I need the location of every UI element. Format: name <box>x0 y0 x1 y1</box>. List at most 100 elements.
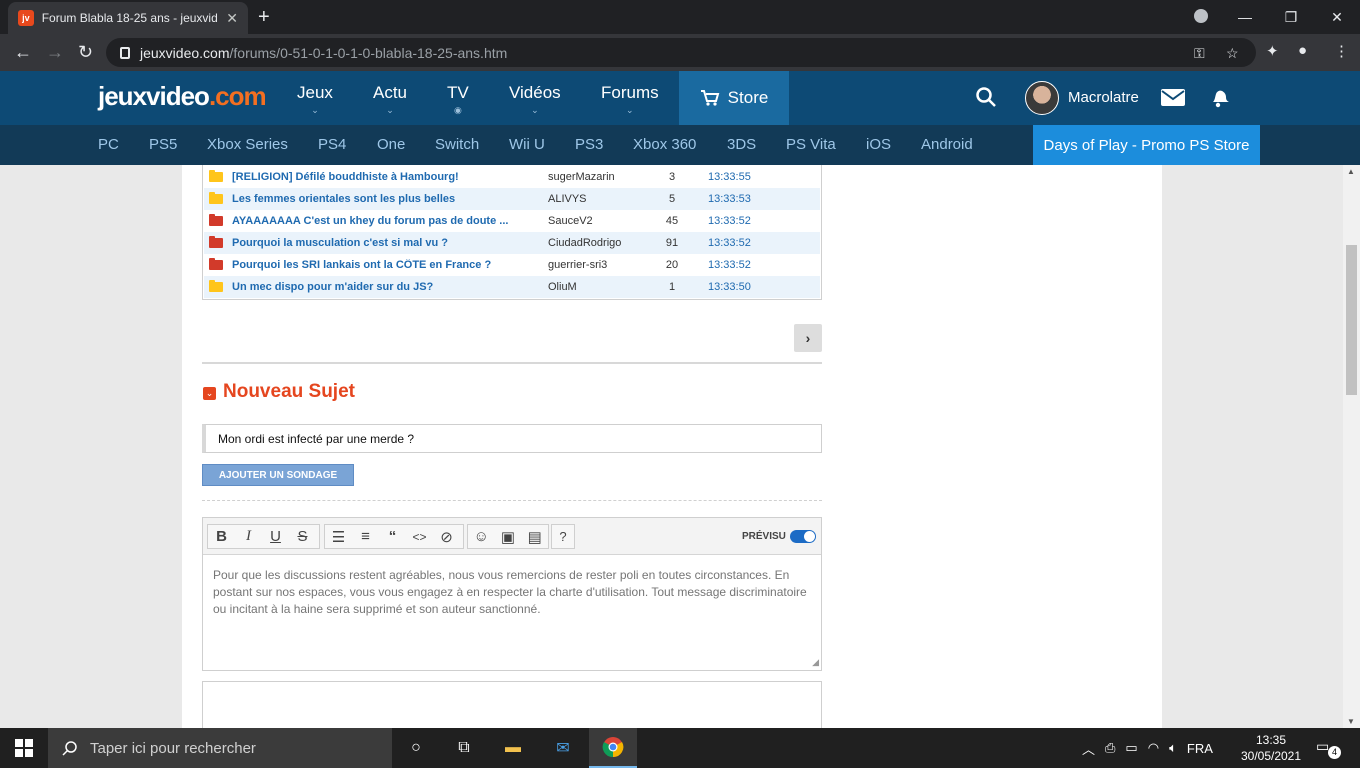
tab-search-icon[interactable] <box>1194 9 1208 23</box>
nav-jeux[interactable]: Jeux ⌄ <box>297 83 333 116</box>
resize-handle-icon[interactable]: ◢ <box>812 657 819 668</box>
promo-banner[interactable]: Days of Play - Promo PS Store <box>1033 125 1260 165</box>
smiley-icon[interactable]: ☺ <box>468 528 495 545</box>
underline-icon[interactable]: U <box>262 528 289 545</box>
platform-ps4[interactable]: PS4 <box>318 136 346 153</box>
meet-now-icon[interactable]: ⎙ <box>1105 740 1115 756</box>
back-icon[interactable]: ← <box>14 42 32 63</box>
site-logo[interactable]: jeuxvideo.com <box>98 81 267 112</box>
mail-app-icon[interactable]: ✉ <box>539 728 587 768</box>
help-icon[interactable]: ? <box>552 529 574 544</box>
topic-last-time[interactable]: 13:33:52 <box>708 259 751 271</box>
topic-title[interactable]: [RELIGION] Défilé bouddhiste à Hambourg! <box>232 171 532 183</box>
page-scrollbar[interactable]: ▲ ▼ <box>1343 165 1360 728</box>
topic-title[interactable]: Les femmes orientales sont les plus bell… <box>232 193 532 205</box>
topic-author[interactable]: CiudadRodrigo <box>548 237 621 249</box>
bullet-list-icon[interactable]: ☰ <box>325 528 352 546</box>
nav-store[interactable]: Store <box>679 71 789 125</box>
topic-author[interactable]: ALIVYS <box>548 193 587 205</box>
key-icon[interactable]: ⚿ <box>1194 45 1205 62</box>
close-window-icon[interactable]: ✕ <box>1314 9 1360 26</box>
platform-ios[interactable]: iOS <box>866 136 891 153</box>
topic-author[interactable]: sugerMazarin <box>548 171 615 183</box>
topic-title[interactable]: Pourquoi les SRI lankais ont la CÔTE en … <box>232 259 532 271</box>
topic-title[interactable]: AYAAAAAAA C'est un khey du forum pas de … <box>232 215 532 227</box>
platform-pc[interactable]: PC <box>98 136 119 153</box>
minimize-icon[interactable]: — <box>1222 9 1268 25</box>
wifi-icon[interactable]: ◠ <box>1148 740 1159 756</box>
add-poll-button[interactable]: AJOUTER UN SONDAGE <box>202 464 354 486</box>
platform-one[interactable]: One <box>377 136 405 153</box>
topic-last-time[interactable]: 13:33:50 <box>708 281 751 293</box>
subject-input[interactable]: Mon ordi est infecté par une merde ? <box>202 424 822 453</box>
bookmark-star-icon[interactable]: ☆ <box>1226 45 1239 62</box>
platform-xbox-series[interactable]: Xbox Series <box>207 136 288 153</box>
topic-title[interactable]: Pourquoi la musculation c'est si mal vu … <box>232 237 532 249</box>
next-page-button[interactable]: › <box>794 324 822 352</box>
topic-last-time[interactable]: 13:33:55 <box>708 171 751 183</box>
italic-icon[interactable]: I <box>235 528 262 545</box>
topic-last-time[interactable]: 13:33:52 <box>708 237 751 249</box>
topic-last-time[interactable]: 13:33:53 <box>708 193 751 205</box>
notification-bell-icon[interactable] <box>1209 86 1233 110</box>
preview-toggle[interactable] <box>790 530 816 543</box>
platform-ps3[interactable]: PS3 <box>575 136 603 153</box>
lock-icon[interactable] <box>120 46 130 59</box>
file-explorer-icon[interactable]: ▬ <box>489 728 537 768</box>
platform-xbox-360[interactable]: Xbox 360 <box>633 136 696 153</box>
system-clock[interactable]: 13:35 30/05/2021 <box>1238 732 1304 764</box>
chrome-taskbar-icon[interactable] <box>589 728 637 768</box>
quote-icon[interactable]: “ <box>379 528 406 545</box>
cortana-icon[interactable]: ○ <box>392 728 440 768</box>
new-tab-icon[interactable]: + <box>258 6 270 29</box>
platform-3ds[interactable]: 3DS <box>727 136 756 153</box>
notification-center-icon[interactable]: ▭ 4 <box>1316 738 1342 759</box>
user-avatar[interactable] <box>1025 81 1059 115</box>
platform-switch[interactable]: Switch <box>435 136 479 153</box>
topic-title[interactable]: Un mec dispo pour m'aider sur du JS? <box>232 281 532 293</box>
nav-videos[interactable]: Vidéos ⌄ <box>509 83 561 116</box>
scroll-down-icon[interactable]: ▼ <box>1347 717 1355 726</box>
scroll-up-icon[interactable]: ▲ <box>1347 167 1355 176</box>
restore-icon[interactable]: ❐ <box>1268 9 1314 26</box>
video-icon[interactable]: ▤ <box>521 528 548 546</box>
mail-icon[interactable] <box>1160 88 1186 107</box>
platform-android[interactable]: Android <box>921 136 973 153</box>
profile-icon[interactable]: ● <box>1298 42 1307 59</box>
language-indicator[interactable]: FRA <box>1187 741 1213 756</box>
code-icon[interactable]: <> <box>406 530 433 544</box>
username[interactable]: Macrolatre <box>1068 89 1139 106</box>
nav-forums[interactable]: Forums ⌄ <box>601 83 659 116</box>
extensions-icon[interactable]: ✦ <box>1266 42 1279 60</box>
message-textarea[interactable]: Pour que les discussions restent agréabl… <box>203 555 821 670</box>
nav-tv[interactable]: TV ◉ <box>447 83 469 116</box>
forward-icon[interactable]: → <box>46 42 64 63</box>
scroll-thumb[interactable] <box>1346 245 1357 395</box>
bold-icon[interactable]: B <box>208 528 235 545</box>
reload-icon[interactable]: ↻ <box>78 42 93 63</box>
topic-author[interactable]: SauceV2 <box>548 215 593 227</box>
topic-author[interactable]: OliuM <box>548 281 577 293</box>
menu-icon[interactable]: ⋮ <box>1334 42 1349 60</box>
chevron-down-icon[interactable]: ⌄ <box>203 387 216 400</box>
browser-tab[interactable]: jv Forum Blabla 18-25 ans - jeuxvideo.co… <box>8 2 248 34</box>
volume-icon[interactable]: 🔈︎ <box>1169 740 1177 756</box>
address-bar[interactable]: jeuxvideo.com/forums/0-51-0-1-0-1-0-blab… <box>106 38 1256 67</box>
topic-last-time[interactable]: 13:33:52 <box>708 215 751 227</box>
task-view-icon[interactable]: ⧉ <box>440 728 488 768</box>
spoiler-icon[interactable]: ⊘ <box>433 528 460 546</box>
nav-actu[interactable]: Actu ⌄ <box>373 83 407 116</box>
platform-ps-vita[interactable]: PS Vita <box>786 136 836 153</box>
show-hidden-icons-icon[interactable]: ︿ <box>1082 739 1095 758</box>
search-icon[interactable] <box>975 86 997 108</box>
taskbar-search[interactable]: Taper ici pour rechercher <box>48 728 392 768</box>
image-icon[interactable]: ▣ <box>495 528 522 546</box>
topic-author[interactable]: guerrier-sri3 <box>548 259 607 271</box>
numbered-list-icon[interactable]: ≡ <box>352 528 379 545</box>
strikethrough-icon[interactable]: S <box>289 528 316 545</box>
platform-wii-u[interactable]: Wii U <box>509 136 545 153</box>
platform-ps5[interactable]: PS5 <box>149 136 177 153</box>
tab-close-icon[interactable]: ✕ <box>226 10 238 27</box>
start-button[interactable] <box>0 728 48 768</box>
battery-icon[interactable]: ▭ <box>1125 740 1137 756</box>
